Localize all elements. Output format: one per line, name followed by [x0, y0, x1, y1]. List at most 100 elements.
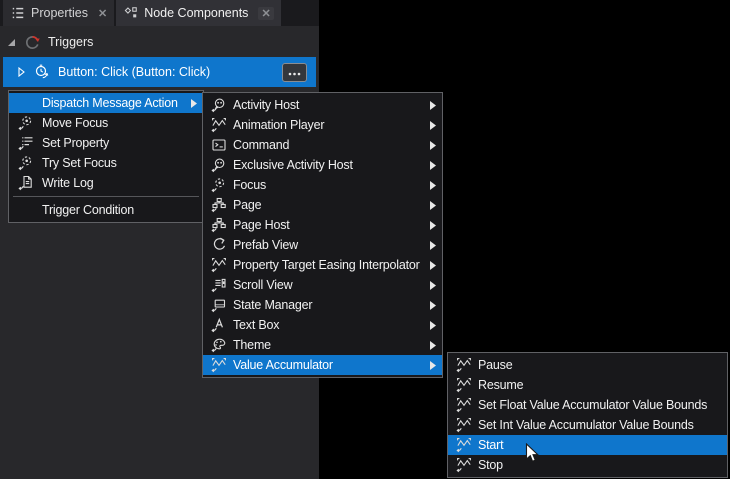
submenu-arrow-icon	[430, 120, 437, 130]
wave-icon	[455, 437, 472, 453]
tab-properties[interactable]: Properties ✕	[3, 0, 115, 26]
menu-item-move-focus[interactable]: Move Focus	[9, 113, 203, 133]
menu-item-label: Page	[233, 198, 262, 212]
tab-node-components[interactable]: Node Components ✕	[116, 0, 281, 26]
menu-item-label: Set Property	[42, 136, 110, 150]
menu-item-write-log[interactable]: Write Log	[9, 173, 203, 193]
menu-item-label: Trigger Condition	[42, 203, 135, 217]
submenu-arrow-icon	[430, 300, 437, 310]
submenu-arrow-icon	[430, 200, 437, 210]
menu-item-set-property[interactable]: Set Property	[9, 133, 203, 153]
menu-item-label: Value Accumulator	[233, 358, 333, 372]
prefab-icon	[210, 237, 227, 253]
activity-host-icon	[210, 97, 227, 113]
tab-label: Properties	[31, 6, 88, 20]
button-click-icon	[34, 64, 50, 80]
menu-item-resume[interactable]: Resume	[448, 375, 727, 395]
submenu-arrow-icon	[430, 180, 437, 190]
submenu-arrow-icon	[430, 320, 437, 330]
properties-icon	[11, 6, 25, 20]
menu-item-exclusive-activity-host[interactable]: Exclusive Activity Host	[203, 155, 442, 175]
tab-bar: Properties ✕ Node Components ✕	[0, 0, 319, 26]
focus-icon	[16, 115, 35, 131]
menu-item-activity-host[interactable]: Activity Host	[203, 95, 442, 115]
focus-icon	[210, 177, 227, 193]
menu-item-trigger-condition[interactable]: Trigger Condition	[9, 200, 203, 220]
scroll-view-icon	[210, 277, 227, 293]
dispatch-message-submenu: Activity Host Animation Player Command Excl…	[202, 92, 443, 378]
menu-separator	[13, 196, 199, 197]
menu-item-page-host[interactable]: Page Host	[203, 215, 442, 235]
menu-item-set-int-value-accumulator-value-bounds[interactable]: Set Int Value Accumulator Value Bounds	[448, 415, 727, 435]
menu-item-label: Scroll View	[233, 278, 293, 292]
menu-item-theme[interactable]: Theme	[203, 335, 442, 355]
write-log-icon	[16, 175, 35, 191]
menu-item-label: Command	[233, 138, 290, 152]
triggers-section-header[interactable]: Triggers	[0, 30, 319, 54]
menu-item-start[interactable]: Start	[448, 435, 727, 455]
menu-item-pause[interactable]: Pause	[448, 355, 727, 375]
menu-item-animation-player[interactable]: Animation Player	[203, 115, 442, 135]
wave-icon	[455, 457, 472, 473]
expander-collapsed-icon[interactable]	[18, 67, 25, 77]
submenu-arrow-icon	[191, 98, 198, 108]
menu-item-label: Stop	[478, 458, 503, 472]
close-icon[interactable]: ✕	[258, 6, 274, 20]
menu-item-text-box[interactable]: Text Box	[203, 315, 442, 335]
menu-item-property-target-easing-interpolator[interactable]: Property Target Easing Interpolator	[203, 255, 442, 275]
submenu-arrow-icon	[430, 280, 437, 290]
menu-item-label: State Manager	[233, 298, 313, 312]
expander-expanded-icon[interactable]	[7, 38, 16, 47]
wave-icon	[455, 397, 472, 413]
wave-icon	[455, 357, 472, 373]
menu-item-label: Move Focus	[42, 116, 109, 130]
page-icon	[210, 197, 227, 213]
submenu-arrow-icon	[430, 360, 437, 370]
menu-item-label: Page Host	[233, 218, 290, 232]
set-property-icon	[16, 135, 35, 151]
trigger-context-menu: Dispatch Message Action Move Focus Set Pro…	[8, 90, 204, 223]
menu-item-label: Start	[478, 438, 504, 452]
wave-icon	[455, 417, 472, 433]
trigger-item-label: Button: Click (Button: Click)	[58, 65, 211, 79]
menu-item-command[interactable]: Command	[203, 135, 442, 155]
menu-item-label: Animation Player	[233, 118, 325, 132]
triggers-label: Triggers	[48, 35, 94, 49]
menu-item-prefab-view[interactable]: Prefab View	[203, 235, 442, 255]
menu-item-label: Write Log	[42, 176, 94, 190]
submenu-arrow-icon	[430, 340, 437, 350]
menu-item-state-manager[interactable]: State Manager	[203, 295, 442, 315]
state-manager-icon	[210, 297, 227, 313]
menu-item-label: Focus	[233, 178, 267, 192]
menu-item-label: Dispatch Message Action	[42, 96, 178, 110]
trigger-item-button-click[interactable]: Button: Click (Button: Click)	[3, 57, 316, 87]
submenu-arrow-icon	[430, 220, 437, 230]
page-icon	[210, 217, 227, 233]
wave-icon	[455, 377, 472, 393]
menu-item-dispatch-message-action[interactable]: Dispatch Message Action	[9, 93, 203, 113]
menu-item-label: Exclusive Activity Host	[233, 158, 353, 172]
menu-item-page[interactable]: Page	[203, 195, 442, 215]
menu-item-label: Theme	[233, 338, 271, 352]
value-accumulator-submenu: Pause Resume Set Float Value Accumulator V…	[447, 352, 728, 478]
focus-icon	[16, 155, 35, 171]
menu-item-try-set-focus[interactable]: Try Set Focus	[9, 153, 203, 173]
submenu-arrow-icon	[430, 160, 437, 170]
theme-icon	[210, 337, 227, 353]
menu-item-set-float-value-accumulator-value-bounds[interactable]: Set Float Value Accumulator Value Bounds	[448, 395, 727, 415]
menu-item-focus[interactable]: Focus	[203, 175, 442, 195]
menu-item-label: Set Float Value Accumulator Value Bounds	[478, 398, 708, 412]
icon-placeholder	[16, 95, 35, 111]
menu-item-label: Property Target Easing Interpolator	[233, 258, 420, 272]
ellipsis-icon	[288, 65, 301, 79]
trigger-more-options-button[interactable]	[282, 62, 307, 82]
menu-item-stop[interactable]: Stop	[448, 455, 727, 475]
menu-item-label: Prefab View	[233, 238, 298, 252]
menu-item-value-accumulator[interactable]: Value Accumulator	[203, 355, 442, 375]
wave-icon	[210, 117, 227, 133]
close-icon[interactable]: ✕	[98, 7, 107, 20]
menu-item-scroll-view[interactable]: Scroll View	[203, 275, 442, 295]
icon-placeholder	[16, 202, 35, 218]
text-box-icon	[210, 317, 227, 333]
submenu-arrow-icon	[430, 140, 437, 150]
